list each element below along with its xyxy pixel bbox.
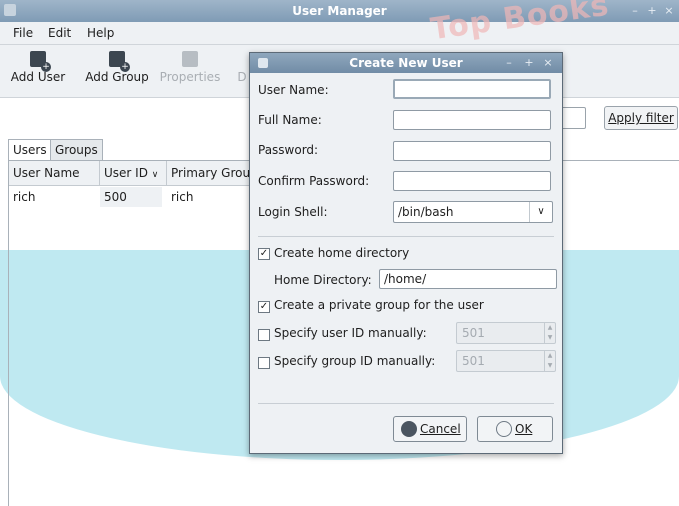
apply-filter-button[interactable]: Apply filter (604, 106, 678, 130)
password-field[interactable] (393, 141, 551, 161)
menu-edit[interactable]: Edit (48, 26, 71, 40)
home-directory-label: Home Directory: (274, 273, 372, 287)
menu-help[interactable]: Help (87, 26, 114, 40)
tab-groups[interactable]: Groups (50, 139, 103, 160)
spin-arrows-icon: ▲ ▼ (544, 323, 555, 343)
separator (258, 403, 554, 404)
add-user-button[interactable]: Add User (6, 51, 70, 84)
specify-gid-label[interactable]: Specify group ID manually: (274, 354, 435, 368)
ok-icon (496, 420, 512, 437)
chevron-down-icon: ∨ (529, 202, 552, 222)
dialog-close-button[interactable]: × (541, 56, 555, 70)
column-user-id[interactable]: User ID ∨ (100, 161, 167, 186)
gid-value: 501 (462, 354, 485, 368)
ok-button[interactable]: OK (477, 416, 553, 442)
uid-value: 501 (462, 326, 485, 340)
specify-gid-checkbox[interactable] (258, 357, 270, 369)
password-label: Password: (258, 143, 319, 157)
private-group-label[interactable]: Create a private group for the user (274, 298, 484, 312)
properties-button[interactable]: Properties (156, 51, 224, 84)
cell-user-name: rich (13, 190, 36, 204)
full-name-field[interactable] (393, 110, 551, 130)
create-home-checkbox[interactable]: ✓ (258, 248, 270, 260)
login-shell-label: Login Shell: (258, 205, 328, 219)
create-home-label[interactable]: Create home directory (274, 246, 409, 260)
gid-spinner[interactable]: 501 ▲ ▼ (456, 350, 556, 372)
full-name-label: Full Name: (258, 113, 322, 127)
add-user-icon (30, 51, 51, 72)
dialog-maximize-button[interactable]: + (522, 56, 536, 70)
add-group-button[interactable]: Add Group (82, 51, 152, 84)
user-name-label: User Name: (258, 83, 329, 97)
tab-users[interactable]: Users (8, 139, 52, 161)
properties-icon (182, 51, 198, 67)
login-shell-value: /bin/bash (398, 205, 454, 219)
column-user-name[interactable]: User Name (9, 161, 100, 186)
add-user-label: Add User (10, 70, 66, 84)
minimize-button[interactable]: – (628, 4, 642, 18)
separator (258, 236, 554, 237)
maximize-button[interactable]: + (645, 4, 659, 18)
spin-arrows-icon: ▲ ▼ (544, 351, 555, 371)
filter-input[interactable] (560, 107, 586, 129)
add-group-label: Add Group (85, 70, 149, 84)
sort-chevron-icon: ∨ (151, 170, 159, 180)
private-group-checkbox[interactable]: ✓ (258, 301, 270, 313)
specify-uid-label[interactable]: Specify user ID manually: (274, 326, 427, 340)
ok-label: OK (515, 422, 533, 436)
delete-label: D (237, 70, 247, 84)
menu-file[interactable]: File (13, 26, 33, 40)
properties-label: Properties (159, 70, 221, 84)
dialog-minimize-button[interactable]: – (502, 56, 516, 70)
confirm-password-label: Confirm Password: (258, 174, 370, 188)
dialog-titlebar: Create New User – + × (250, 53, 562, 73)
user-name-field[interactable] (393, 79, 551, 99)
home-directory-field[interactable]: /home/ (379, 269, 557, 289)
login-shell-select[interactable]: /bin/bash ∨ (393, 201, 553, 223)
cancel-button[interactable]: Cancel (393, 416, 467, 442)
cancel-label: Cancel (420, 422, 461, 436)
cell-user-id: 500 (100, 187, 162, 207)
confirm-password-field[interactable] (393, 171, 551, 191)
cell-primary-group: rich (171, 190, 194, 204)
add-group-icon (109, 51, 130, 72)
close-button[interactable]: × (662, 4, 676, 18)
specify-uid-checkbox[interactable] (258, 329, 270, 341)
uid-spinner[interactable]: 501 ▲ ▼ (456, 322, 556, 344)
create-user-dialog: Create New User – + × User Name: Full Na… (249, 52, 563, 454)
apply-filter-label: Apply filter (608, 111, 674, 125)
cancel-icon (401, 420, 417, 437)
column-user-id-label: User ID (104, 166, 148, 180)
